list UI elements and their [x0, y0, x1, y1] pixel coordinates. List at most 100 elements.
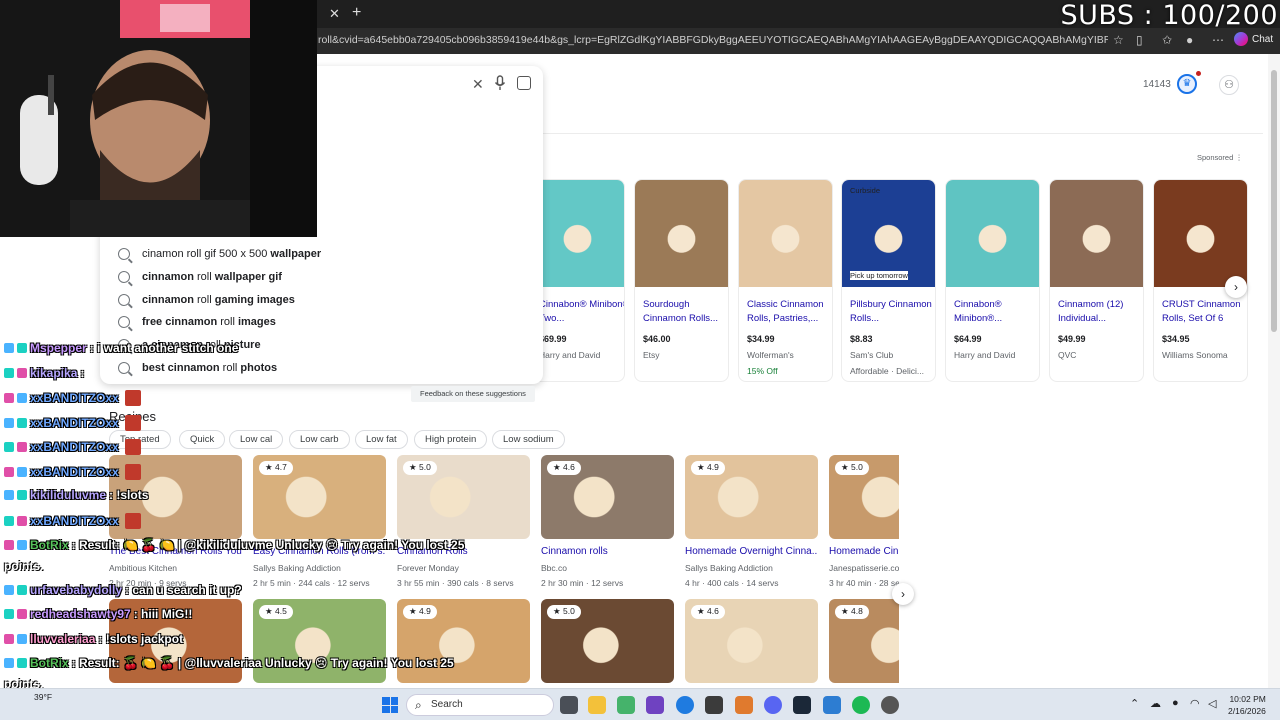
file-explorer-icon[interactable] [588, 696, 606, 714]
teams-icon[interactable] [646, 696, 664, 714]
recipe-meta: 2 hr 5 min · 244 cals · 12 servs [253, 578, 370, 588]
weather-widget[interactable]: 39°F [34, 692, 52, 702]
rating-badge: ★ 4.7 [259, 461, 293, 475]
product-name: Cinnabon® Minibon®... [954, 299, 1003, 324]
microphone-icon[interactable] [494, 75, 506, 91]
recipe-filter-chip[interactable]: Low cal [229, 430, 284, 449]
microphone-tray-icon[interactable]: ● [1172, 697, 1179, 709]
store-icon[interactable] [705, 696, 723, 714]
recipe-filter-chip[interactable]: Low carb [289, 430, 350, 449]
product-card[interactable]: Sourdough Cinnamon Rolls... $46.00 Etsy [634, 179, 729, 382]
split-screen-icon[interactable]: ▯ [1136, 33, 1143, 47]
profile-avatar-icon[interactable]: ● [1186, 33, 1193, 47]
app-icon[interactable] [617, 696, 635, 714]
photos-icon[interactable] [823, 696, 841, 714]
copilot-chat-button[interactable]: Chat [1234, 32, 1273, 46]
recipe-filter-chip[interactable]: Low sodium [492, 430, 565, 449]
sponsored-label[interactable]: Sponsored ⋮ [1197, 153, 1243, 162]
search-suggestion[interactable]: best cinnamon roll photos [118, 356, 321, 379]
chat-username: xxBANDITZOxx [30, 465, 119, 479]
chat-username: kikapika [30, 366, 78, 380]
product-store: Wolferman's [747, 350, 794, 360]
task-view-icon[interactable] [560, 696, 578, 714]
chat-badge-icon [4, 490, 14, 500]
product-store: Harry and David [539, 350, 601, 360]
recipe-filter-chip[interactable]: Quick [179, 430, 226, 449]
taskbar-search[interactable]: Search [406, 694, 554, 716]
search-suggestion[interactable]: cinnamon roll wallpaper gif [118, 266, 321, 289]
search-suggestion[interactable]: cinamon roll gif 500 x 500 wallpaper [118, 243, 321, 266]
tray-overflow-icon[interactable]: ⌃ [1130, 697, 1139, 710]
discord-icon[interactable] [764, 696, 782, 714]
product-store: Harry and David [954, 350, 1016, 360]
star-icon[interactable]: ☆ [1113, 33, 1124, 47]
product-store: Sam's Club [850, 350, 894, 360]
rewards-icon[interactable]: ♛ [1177, 74, 1197, 94]
clear-search-icon[interactable]: ✕ [472, 76, 484, 93]
search-suggestion[interactable]: cinnamon roll gaming images [118, 288, 321, 311]
chat-text: : !slots [109, 488, 149, 502]
chat-badge-icon [4, 516, 14, 526]
feedback-link[interactable]: Feedback on these suggestions [411, 386, 535, 402]
more-menu-icon[interactable]: ⋯ [1212, 33, 1224, 47]
recipe-card[interactable]: ★ 4.9 [397, 599, 530, 683]
chat-text: : can u search it up? [125, 583, 242, 597]
chat-message: lluvvaleriaa : !slots jackpot [4, 632, 183, 646]
recipe-card[interactable]: ★ 4.7 Easy Cinnamon Rolls (from s... Sally… [253, 455, 386, 588]
new-tab-icon[interactable]: + [352, 4, 361, 22]
chat-badge-icon [17, 418, 27, 428]
recipe-card[interactable]: ★ 5.0 [541, 599, 674, 683]
start-button[interactable] [382, 697, 398, 713]
products-next-button[interactable]: › [1225, 276, 1247, 298]
close-tab-icon[interactable]: ✕ [329, 6, 340, 22]
recipe-filter-chip[interactable]: High protein [414, 430, 488, 449]
recipes-next-button[interactable]: › [892, 583, 914, 605]
streamer-webcam-image [0, 0, 317, 237]
edge-icon[interactable] [676, 696, 694, 714]
recipe-filter-chip[interactable]: Low fat [355, 430, 408, 449]
profile-icon[interactable]: ⚇ [1219, 75, 1239, 95]
recipe-source: Forever Monday [397, 563, 459, 573]
product-store: Williams Sonoma [1162, 350, 1228, 360]
chat-badge-icon [17, 540, 27, 550]
product-card[interactable]: Cinnamom (12) Individual... $49.99 QVC [1049, 179, 1144, 382]
recipe-card[interactable]: ★ 4.9 Homemade Overnight Cinna... Sallys B… [685, 455, 818, 588]
recipe-card[interactable]: ★ 4.6 Cinnamon rolls Bbc.co 2 hr 30 min · 1… [541, 455, 674, 588]
chat-message: xxBANDITZOxx [4, 513, 141, 529]
scrollbar-thumb[interactable] [1271, 70, 1277, 332]
recipe-source: Bbc.co [541, 563, 567, 573]
rating-badge: ★ 5.0 [403, 461, 437, 475]
recipe-card[interactable]: ★ 5.0 Homemade Cinnamon Rolls Janespatisse… [829, 455, 899, 588]
chat-emote-icon [124, 464, 141, 480]
product-card[interactable]: Classic Cinnamon Rolls, Pastries,... $34.… [738, 179, 833, 382]
product-price: $49.99 [1058, 334, 1086, 344]
obs-icon[interactable] [881, 696, 899, 714]
volume-icon[interactable]: ◁ [1208, 697, 1216, 710]
chat-label: Chat [1252, 33, 1274, 45]
visual-search-icon[interactable] [517, 76, 531, 90]
recipe-card[interactable]: ★ 5.0 Cinnamon Rolls Forever Monday 3 hr 55… [397, 455, 530, 588]
chat-message: xxBANDITZOxx [4, 415, 141, 431]
wifi-icon[interactable]: ◠ [1190, 697, 1200, 710]
chat-badge-icon [4, 467, 14, 477]
chat-message-continuation: points. [4, 559, 44, 573]
recipe-card[interactable]: ★ 4.5 [253, 599, 386, 683]
spotify-icon[interactable] [852, 696, 870, 714]
app-icon[interactable] [735, 696, 753, 714]
system-clock[interactable]: 10:02 PM 2/16/2026 [1228, 693, 1266, 717]
product-card[interactable]: Cinnabon® Minibon® Two... $69.99 Harry and… [530, 179, 625, 382]
product-card[interactable]: Curbside Pick up tomorrow Pillsbury Cinnam… [841, 179, 936, 382]
product-price: $64.99 [954, 334, 982, 344]
product-card[interactable]: Cinnabon® Minibon®... $64.99 Harry and Dav… [945, 179, 1040, 382]
favorites-icon[interactable]: ✩ [1162, 33, 1172, 47]
search-suggestion[interactable]: free cinnamon roll images [118, 311, 321, 334]
chat-badge-icon [4, 343, 14, 353]
network-icon[interactable]: ☁ [1150, 697, 1161, 710]
recipe-card[interactable]: ★ 4.6 [685, 599, 818, 683]
search-icon [118, 361, 130, 374]
recipe-card[interactable]: ★ 4.8 [829, 599, 899, 683]
url-field[interactable]: roll&cvid=a645ebb0a729405cb096b3859419e4… [318, 34, 1108, 46]
steam-icon[interactable] [793, 696, 811, 714]
chat-badge-icon [4, 393, 14, 403]
suggestion-text: best cinnamon roll photos [142, 361, 278, 374]
